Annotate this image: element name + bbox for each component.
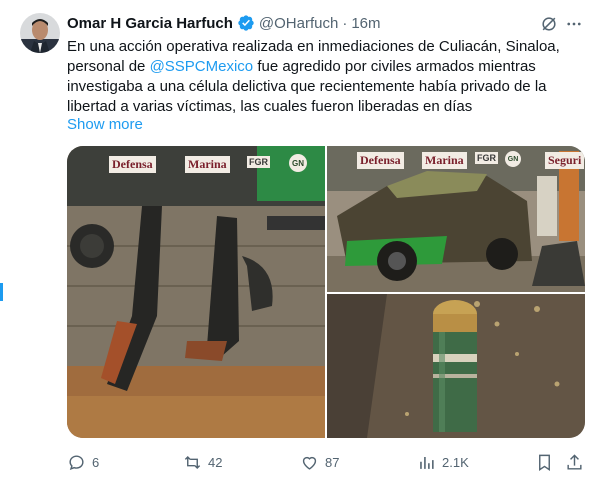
mention-link[interactable]: @SSPCMexico [150, 58, 254, 75]
like-button[interactable]: 87 [300, 451, 339, 473]
banner-defensa-2: Defensa [357, 152, 404, 169]
repost-icon [184, 455, 201, 469]
author-name[interactable]: Omar H Garcia Harfuch [67, 15, 233, 32]
grok-icon[interactable] [538, 13, 560, 35]
repost-button[interactable]: 42 [183, 451, 222, 473]
more-options-icon[interactable] [563, 13, 585, 35]
like-count: 87 [325, 454, 340, 470]
verified-badge-icon [237, 14, 255, 32]
banner-gn-2: GN [505, 151, 521, 167]
avatar[interactable] [20, 13, 60, 53]
reply-count: 6 [92, 454, 100, 470]
banner-marina-2: Marina [422, 152, 467, 169]
show-more-link[interactable]: Show more [67, 115, 143, 135]
author-handle[interactable]: @OHarfuch [259, 15, 338, 32]
banner-defensa: Defensa [109, 156, 156, 173]
repost-count: 42 [208, 454, 223, 470]
share-icon [567, 453, 582, 470]
banner-fgr: FGR [247, 156, 270, 168]
banner-seguridad: Seguri [545, 152, 585, 169]
share-button[interactable] [565, 451, 590, 473]
media-grid: Defensa Marina FGR GN Defensa Marina FGR… [67, 146, 585, 438]
views-button[interactable]: 2.1K [417, 451, 469, 473]
action-bar: 6 42 87 2.1K [67, 451, 587, 473]
post-time[interactable]: 16m [351, 15, 380, 32]
photo-rifles[interactable]: Defensa Marina FGR GN [67, 146, 325, 438]
banner-fgr-2: FGR [475, 152, 498, 164]
separator-dot: · [342, 14, 348, 32]
reply-button[interactable]: 6 [67, 451, 99, 473]
banner-gn: GN [289, 154, 307, 172]
heart-icon [302, 456, 317, 470]
banner-marina: Marina [185, 156, 230, 173]
tweet-header: Omar H Garcia Harfuch @OHarfuch · 16m [67, 13, 381, 33]
photo-cartridge[interactable] [327, 294, 585, 438]
views-count: 2.1K [442, 454, 469, 470]
tweet-text: En una acción operativa realizada en inm… [67, 37, 587, 117]
photo-truck[interactable]: Defensa Marina FGR GN Seguri [327, 146, 585, 292]
left-edge-accent [0, 283, 3, 301]
analytics-icon [420, 456, 434, 469]
bookmark-button[interactable] [535, 451, 560, 473]
bookmark-icon [539, 454, 550, 471]
reply-icon [69, 454, 84, 470]
